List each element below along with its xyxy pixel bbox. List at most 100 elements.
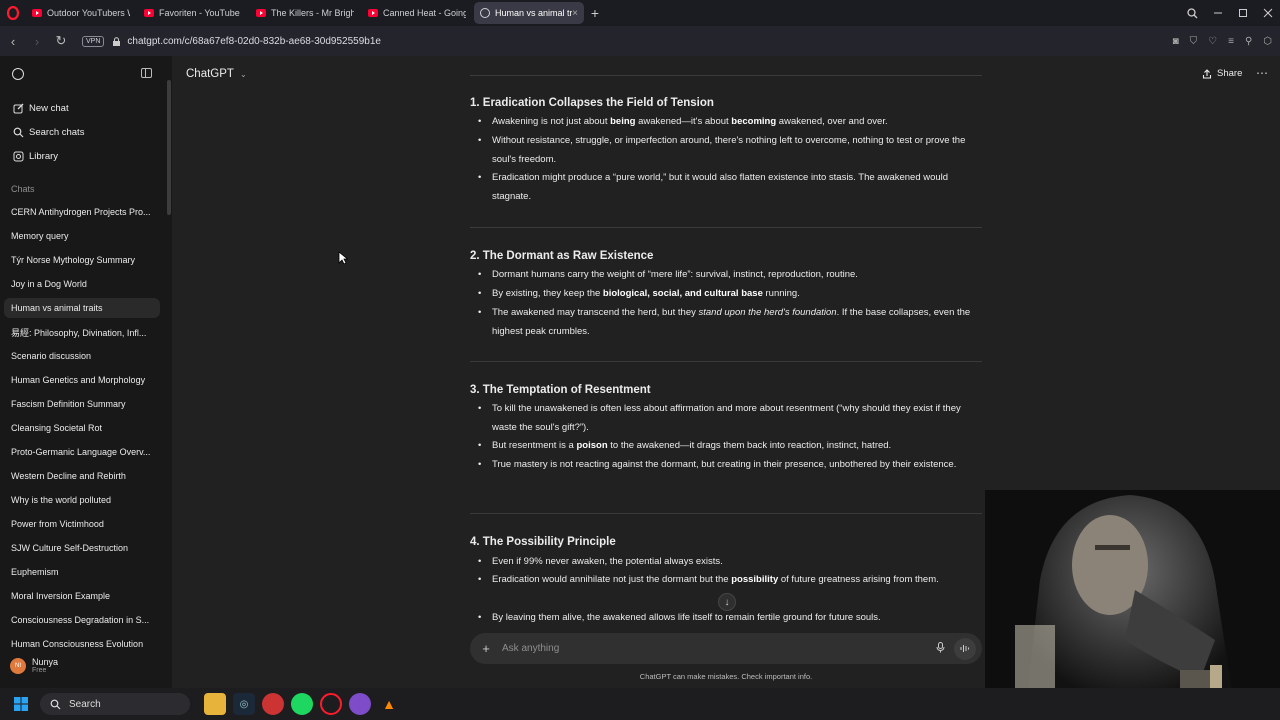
file-explorer-icon[interactable] xyxy=(204,693,226,715)
sidebar-chat-item[interactable]: Why is the world polluted xyxy=(4,490,160,510)
taskbar-search[interactable]: Search xyxy=(40,693,190,715)
extension-icon[interactable]: ⬡ xyxy=(1263,36,1272,47)
spotify-icon[interactable] xyxy=(291,693,313,715)
new-tab-button[interactable]: + xyxy=(586,4,604,22)
section-heading: 2. The Dormant as Raw Existence xyxy=(470,250,654,262)
tab-label: Human vs animal traits xyxy=(495,8,573,18)
back-icon[interactable]: ‹ xyxy=(2,34,24,49)
add-attachment-icon[interactable]: + xyxy=(470,641,502,656)
bullet-point: By existing, they keep the biological, s… xyxy=(478,285,986,304)
browser-tab[interactable]: The Killers - Mr Brightside xyxy=(250,2,360,24)
bullet-point: By leaving them alive, the awakened allo… xyxy=(478,609,986,628)
search-icon xyxy=(12,126,24,138)
model-selector[interactable]: ChatGPT ⌄ xyxy=(186,68,247,80)
sidebar-toggle-icon[interactable] xyxy=(141,68,152,78)
section-divider xyxy=(470,361,982,362)
sidebar-chat-item[interactable]: Scenario discussion xyxy=(4,346,160,366)
mouse-cursor-icon xyxy=(338,251,348,265)
library-icon xyxy=(12,150,24,162)
composer: + xyxy=(470,633,982,664)
sidebar-chat-item[interactable]: Memory query xyxy=(4,226,160,246)
address-bar: ‹ › ↻ VPN chatgpt.com/c/68a67ef8-02d0-83… xyxy=(0,26,1280,56)
reload-icon[interactable]: ↻ xyxy=(50,33,72,49)
share-button[interactable]: Share xyxy=(1202,68,1242,79)
sidebar-chat-item[interactable]: Moral Inversion Example xyxy=(4,586,160,606)
search-tabs-icon[interactable] xyxy=(1187,0,1198,26)
sidebar-scrollbar[interactable] xyxy=(167,80,171,215)
sidebar-chat-item[interactable]: SJW Culture Self-Destruction xyxy=(4,538,160,558)
sidebar-chat-item[interactable]: Cleansing Societal Rot xyxy=(4,418,160,438)
tor-icon[interactable] xyxy=(349,693,371,715)
browser-tab[interactable]: Human vs animal traits× xyxy=(474,2,584,24)
url-field[interactable]: chatgpt.com/c/68a67ef8-02d0-832b-ae68-30… xyxy=(127,36,381,47)
bullet-point: The awakened may transcend the herd, but… xyxy=(478,304,986,341)
vlc-icon[interactable]: ▲ xyxy=(378,693,400,715)
sidebar-chat-item[interactable]: Joy in a Dog World xyxy=(4,274,160,294)
maximize-window-icon[interactable] xyxy=(1238,0,1248,26)
chatgpt-logo-icon[interactable] xyxy=(12,68,24,80)
sidebar-chat-item[interactable]: Fascism Definition Summary xyxy=(4,394,160,414)
tab-label: The Killers - Mr Brightside xyxy=(271,8,354,18)
close-window-icon[interactable] xyxy=(1263,0,1273,26)
bullet-point: Dormant humans carry the weight of “mere… xyxy=(478,266,986,285)
chrome-icon[interactable] xyxy=(262,693,284,715)
youtube-icon xyxy=(144,9,154,17)
sidebar-chat-item[interactable]: Human Genetics and Morphology xyxy=(4,370,160,390)
sidebar-chat-item[interactable]: Proto-Germanic Language Overv... xyxy=(4,442,160,462)
user-plan: Free xyxy=(32,667,47,674)
bullet-point: But resentment is a poison to the awaken… xyxy=(478,437,986,456)
youtube-icon xyxy=(32,9,42,17)
sidebar-chat-item[interactable]: Týr Norse Mythology Summary xyxy=(4,250,160,270)
library-button[interactable]: Library xyxy=(12,150,58,162)
profile-icon[interactable]: ⚲ xyxy=(1245,36,1252,47)
shield-icon[interactable]: ⛉ xyxy=(1190,36,1198,47)
sidebar: New chat Search chats Library Chats CERN… xyxy=(0,56,172,688)
menu-icon[interactable]: ≡ xyxy=(1228,36,1234,47)
sidebar-chat-item[interactable]: Consciousness Degradation in S... xyxy=(4,610,160,630)
sidebar-chat-item[interactable]: Power from Victimhood xyxy=(4,514,160,534)
section-heading: 1. Eradication Collapses the Field of Te… xyxy=(470,97,714,109)
bullet-point: True mastery is not reacting against the… xyxy=(478,456,986,475)
search-icon xyxy=(50,699,61,709)
forward-icon[interactable]: › xyxy=(26,34,48,49)
browser-tab[interactable]: Canned Heat - Going Up xyxy=(362,2,472,24)
browser-tab[interactable]: Outdoor YouTubers Who xyxy=(26,2,136,24)
avatar: NI xyxy=(10,657,26,674)
opera-icon[interactable] xyxy=(320,693,342,715)
sidebar-chat-item[interactable]: Human Consciousness Evolution xyxy=(4,634,160,654)
bullet-point: Without resistance, struggle, or imperfe… xyxy=(478,132,986,169)
model-label: ChatGPT xyxy=(186,68,234,80)
library-label: Library xyxy=(29,150,59,162)
windows-start-icon[interactable] xyxy=(6,688,36,720)
steam-icon[interactable]: ◎ xyxy=(233,693,255,715)
minimize-window-icon[interactable] xyxy=(1213,0,1223,26)
more-options-icon[interactable]: ⋯ xyxy=(1256,66,1268,80)
microphone-icon[interactable] xyxy=(930,641,950,656)
sidebar-chat-item[interactable]: Euphemism xyxy=(4,562,160,582)
bullet-point: Eradication would annihilate not just th… xyxy=(478,571,986,590)
browser-tab[interactable]: Favoriten - YouTube xyxy=(138,2,248,24)
prompt-input[interactable] xyxy=(502,643,930,654)
sidebar-chat-item[interactable]: Western Decline and Rebirth xyxy=(4,466,160,486)
opera-logo-icon[interactable] xyxy=(0,0,26,26)
sidebar-chat-item[interactable]: 易經: Philosophy, Divination, Infl... xyxy=(4,322,160,342)
sidebar-chat-item[interactable]: Human vs animal traits xyxy=(4,298,160,318)
user-profile[interactable]: NI Nunya Free xyxy=(10,657,58,674)
voice-mode-icon[interactable] xyxy=(954,637,976,660)
close-tab-icon[interactable]: × xyxy=(572,8,578,19)
section-divider xyxy=(470,227,982,228)
section-divider xyxy=(470,513,982,514)
bullet-point: To kill the unawakened is often less abo… xyxy=(478,400,986,437)
heart-icon[interactable]: ♡ xyxy=(1208,36,1217,47)
edit-icon xyxy=(12,102,24,114)
chats-section-label: Chats xyxy=(11,184,35,194)
search-chats-button[interactable]: Search chats xyxy=(12,126,84,138)
sidebar-chat-item[interactable]: CERN Antihydrogen Projects Pro... xyxy=(4,202,160,222)
youtube-icon xyxy=(256,9,266,17)
tab-label: Favoriten - YouTube xyxy=(159,8,240,18)
camera-icon[interactable]: ◙ xyxy=(1173,36,1179,47)
webcam-feed-image xyxy=(985,490,1280,712)
new-chat-button[interactable]: New chat xyxy=(12,102,69,114)
vpn-badge[interactable]: VPN xyxy=(82,35,105,47)
scroll-down-icon[interactable]: ↓ xyxy=(718,593,736,611)
